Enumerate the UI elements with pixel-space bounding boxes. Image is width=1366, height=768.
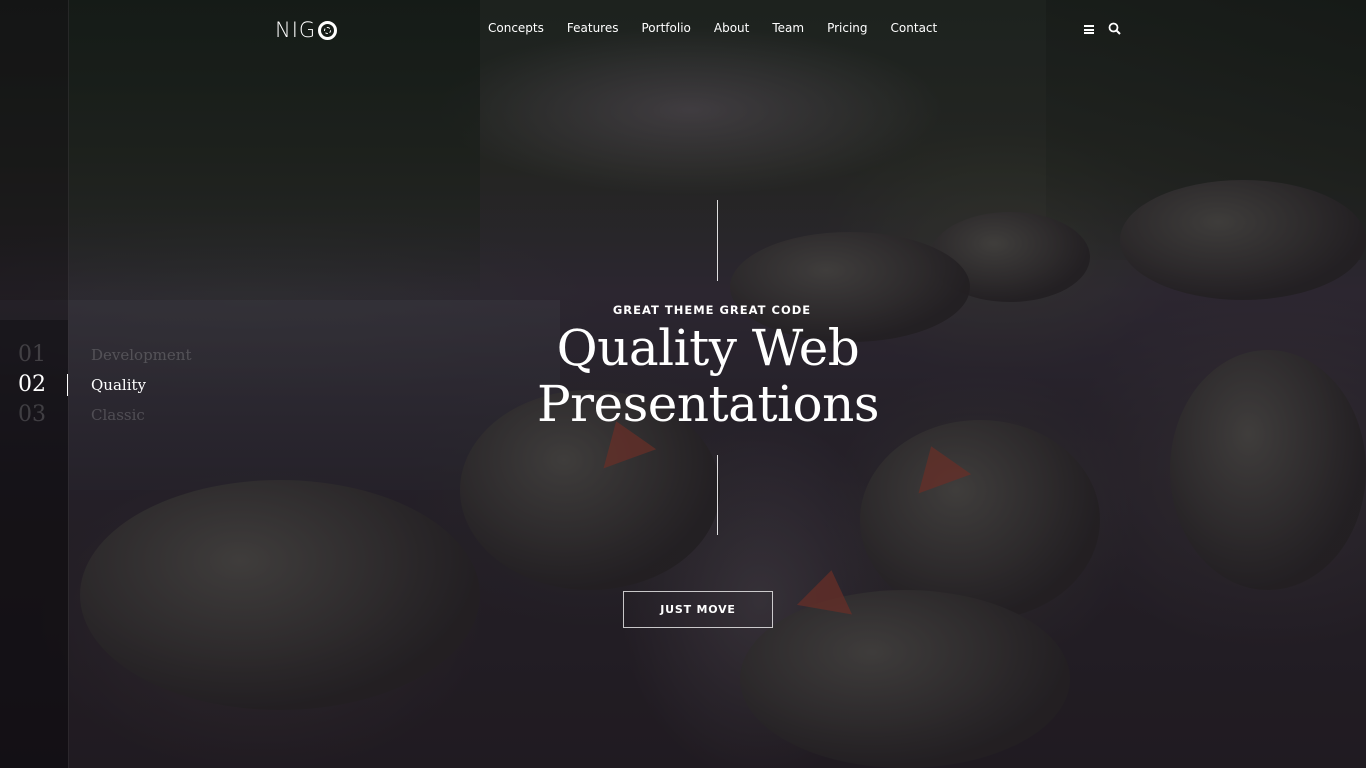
menu-icon[interactable] [1084,25,1094,34]
logo-o-icon [318,20,338,40]
divider-line-bottom [717,455,718,535]
nav-link-concepts[interactable]: Concepts [488,21,544,35]
nav-link-pricing[interactable]: Pricing [827,21,867,35]
nav-link-about[interactable]: About [714,21,749,35]
slide-item-classic[interactable]: 03 Classic [18,400,218,430]
nav-link-features[interactable]: Features [567,21,619,35]
hero-headline: Quality Web Presentations [440,320,976,432]
slide-label: Classic [91,406,145,424]
slide-number: 01 [18,342,46,367]
slide-item-development[interactable]: 01 Development [18,340,218,370]
divider-line-top [717,200,718,281]
search-icon[interactable] [1108,22,1121,35]
hero-background: NIG Concepts Features Portfolio About Te… [0,0,1366,768]
nav-link-portfolio[interactable]: Portfolio [642,21,691,35]
logo-text: NIG [275,18,317,42]
nav-link-contact[interactable]: Contact [891,21,938,35]
hero-eyebrow: GREAT THEME GREAT CODE [612,303,812,317]
slide-item-quality[interactable]: 02 Quality [18,370,218,400]
slide-number: 03 [18,402,46,427]
slide-label: Development [91,346,192,364]
slide-index: 01 Development 02 Quality 03 Classic [18,340,218,430]
slide-number: 02 [18,372,46,397]
hero-headline-line-2: Presentations [536,375,880,433]
hero-headline-line-1: Quality Web [556,319,860,377]
slide-label: Quality [91,376,146,394]
active-slide-indicator [67,374,68,396]
just-move-button[interactable]: JUST MOVE [623,591,773,628]
logo[interactable]: NIG [275,18,338,42]
nav-link-team[interactable]: Team [772,21,804,35]
main-nav: Concepts Features Portfolio About Team P… [488,21,960,35]
